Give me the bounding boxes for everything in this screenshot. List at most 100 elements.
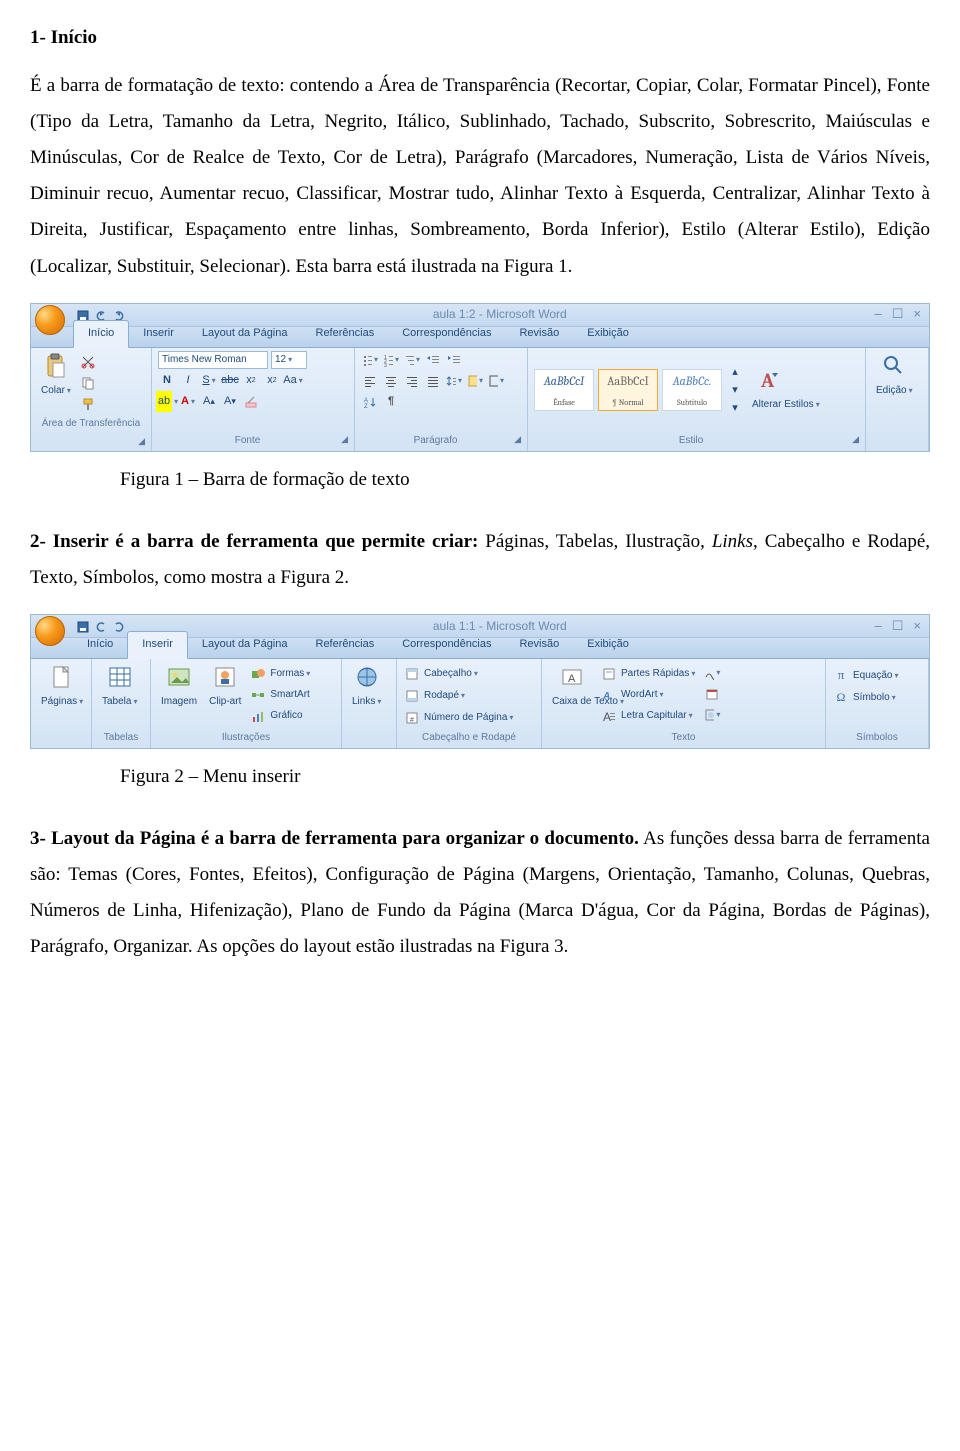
- symbol-icon: Ω: [832, 689, 850, 707]
- equation-icon: π: [832, 667, 850, 685]
- tab-inicio[interactable]: Início: [73, 320, 129, 348]
- align-right-button[interactable]: [403, 372, 421, 390]
- wordart-button[interactable]: AWordArt: [600, 685, 695, 704]
- links-button[interactable]: Links: [348, 662, 385, 713]
- justify-button[interactable]: [424, 372, 442, 390]
- save-icon[interactable]: [77, 309, 89, 321]
- clipart-button[interactable]: Clip-art: [205, 662, 245, 713]
- tab-inicio[interactable]: Início: [73, 632, 127, 658]
- ribbon-tabs: Início Inserir Layout da Página Referênc…: [31, 327, 929, 348]
- underline-button[interactable]: S: [200, 372, 218, 390]
- undo-icon[interactable]: [95, 309, 107, 321]
- paginas-button[interactable]: Páginas: [37, 662, 87, 713]
- shrink-font-button[interactable]: A▾: [221, 393, 239, 411]
- smartart-icon: [249, 686, 267, 704]
- grow-font-button[interactable]: A▴: [200, 393, 218, 411]
- alterar-estilos-button[interactable]: A Alterar Estilos: [748, 365, 794, 416]
- formas-button[interactable]: Formas: [249, 664, 310, 683]
- align-left-button[interactable]: [361, 372, 379, 390]
- shading-button[interactable]: [466, 372, 484, 390]
- smartart-button[interactable]: SmartArt: [249, 685, 310, 704]
- partes-rapidas-button[interactable]: Partes Rápidas: [600, 664, 695, 683]
- style-normal[interactable]: AaBbCcI¶ Normal: [598, 369, 658, 411]
- copy-icon[interactable]: [79, 374, 97, 392]
- bullets-button[interactable]: [361, 351, 379, 369]
- tab-referencias[interactable]: Referências: [302, 321, 389, 347]
- date-icon[interactable]: [703, 685, 721, 703]
- tab-inserir[interactable]: Inserir: [129, 321, 188, 347]
- clear-format-button[interactable]: [242, 393, 260, 411]
- footer-icon: [403, 687, 421, 705]
- colar-button[interactable]: Colar: [37, 351, 75, 402]
- equacao-button[interactable]: πEquação: [832, 666, 899, 685]
- svg-text:#: #: [410, 717, 414, 724]
- page-icon: [49, 664, 75, 690]
- tab-corresp[interactable]: Correspondências: [388, 632, 505, 658]
- signature-icon[interactable]: [703, 664, 721, 682]
- tab-revisao[interactable]: Revisão: [505, 632, 573, 658]
- numbering-button[interactable]: 123: [382, 351, 400, 369]
- subscript-button[interactable]: x2: [242, 372, 260, 390]
- change-case-button[interactable]: Aa: [284, 372, 302, 390]
- styles-down-icon[interactable]: ▾: [726, 381, 744, 399]
- cabecalho-button[interactable]: Cabeçalho: [403, 664, 478, 683]
- tab-inserir[interactable]: Inserir: [127, 631, 188, 659]
- tabela-button[interactable]: Tabela: [98, 662, 141, 713]
- wordart-icon: A: [600, 686, 618, 704]
- indent-decrease-button[interactable]: [424, 351, 442, 369]
- tab-exibicao[interactable]: Exibição: [573, 321, 643, 347]
- styles-more-icon[interactable]: ▾: [726, 399, 744, 417]
- minimize-icon[interactable]: –: [875, 302, 882, 327]
- line-spacing-button[interactable]: [445, 372, 463, 390]
- format-painter-icon[interactable]: [79, 395, 97, 413]
- imagem-button[interactable]: Imagem: [157, 662, 201, 713]
- rodape-button[interactable]: Rodapé: [403, 686, 465, 705]
- align-center-button[interactable]: [382, 372, 400, 390]
- caixa-texto-button[interactable]: ACaixa de Texto: [548, 662, 596, 713]
- grafico-button[interactable]: Gráfico: [249, 706, 310, 725]
- maximize-icon[interactable]: ☐: [892, 614, 904, 639]
- office-orb-icon[interactable]: [35, 305, 65, 335]
- redo-icon[interactable]: [113, 620, 125, 632]
- indent-increase-button[interactable]: [445, 351, 463, 369]
- show-all-button[interactable]: ¶: [382, 393, 400, 411]
- styles-up-icon[interactable]: ▴: [726, 363, 744, 381]
- highlight-button[interactable]: ab: [158, 393, 176, 411]
- tab-referencias[interactable]: Referências: [302, 632, 389, 658]
- close-icon[interactable]: ×: [913, 614, 921, 639]
- numero-pagina-button[interactable]: #Número de Página: [403, 708, 513, 727]
- edicao-button[interactable]: Edição: [872, 351, 917, 402]
- office-orb-icon[interactable]: [35, 616, 65, 646]
- textbox-icon: A: [559, 664, 585, 690]
- superscript-button[interactable]: x2: [263, 372, 281, 390]
- multilevel-button[interactable]: [403, 351, 421, 369]
- minimize-icon[interactable]: –: [875, 614, 882, 639]
- font-size-combo[interactable]: 12: [271, 351, 307, 369]
- italic-button[interactable]: I: [179, 372, 197, 390]
- style-subtitulo[interactable]: AaBbCc.Subtítulo: [662, 369, 722, 411]
- sort-button[interactable]: AZ: [361, 393, 379, 411]
- close-icon[interactable]: ×: [913, 302, 921, 327]
- style-enfase[interactable]: AaBbCcIÊnfase: [534, 369, 594, 411]
- save-icon[interactable]: [77, 620, 89, 632]
- change-styles-icon: A: [758, 367, 784, 393]
- redo-icon[interactable]: [113, 309, 125, 321]
- picture-icon: [166, 664, 192, 690]
- strike-button[interactable]: abc: [221, 372, 239, 390]
- font-color-button[interactable]: A: [179, 393, 197, 411]
- object-icon[interactable]: [703, 706, 721, 724]
- tab-exibicao[interactable]: Exibição: [573, 632, 643, 658]
- maximize-icon[interactable]: ☐: [892, 302, 904, 327]
- tab-corresp[interactable]: Correspondências: [388, 321, 505, 347]
- simbolo-button[interactable]: ΩSímbolo: [832, 688, 896, 707]
- font-name-combo[interactable]: Times New Roman: [158, 351, 268, 369]
- capitular-button[interactable]: ALetra Capitular: [600, 706, 695, 725]
- tab-revisao[interactable]: Revisão: [505, 321, 573, 347]
- border-button[interactable]: [487, 372, 505, 390]
- undo-icon[interactable]: [95, 620, 107, 632]
- bold-button[interactable]: N: [158, 372, 176, 390]
- heading-1: 1- Início: [30, 20, 930, 56]
- tab-layout[interactable]: Layout da Página: [188, 321, 302, 347]
- cut-icon[interactable]: [79, 353, 97, 371]
- tab-layout[interactable]: Layout da Página: [188, 632, 302, 658]
